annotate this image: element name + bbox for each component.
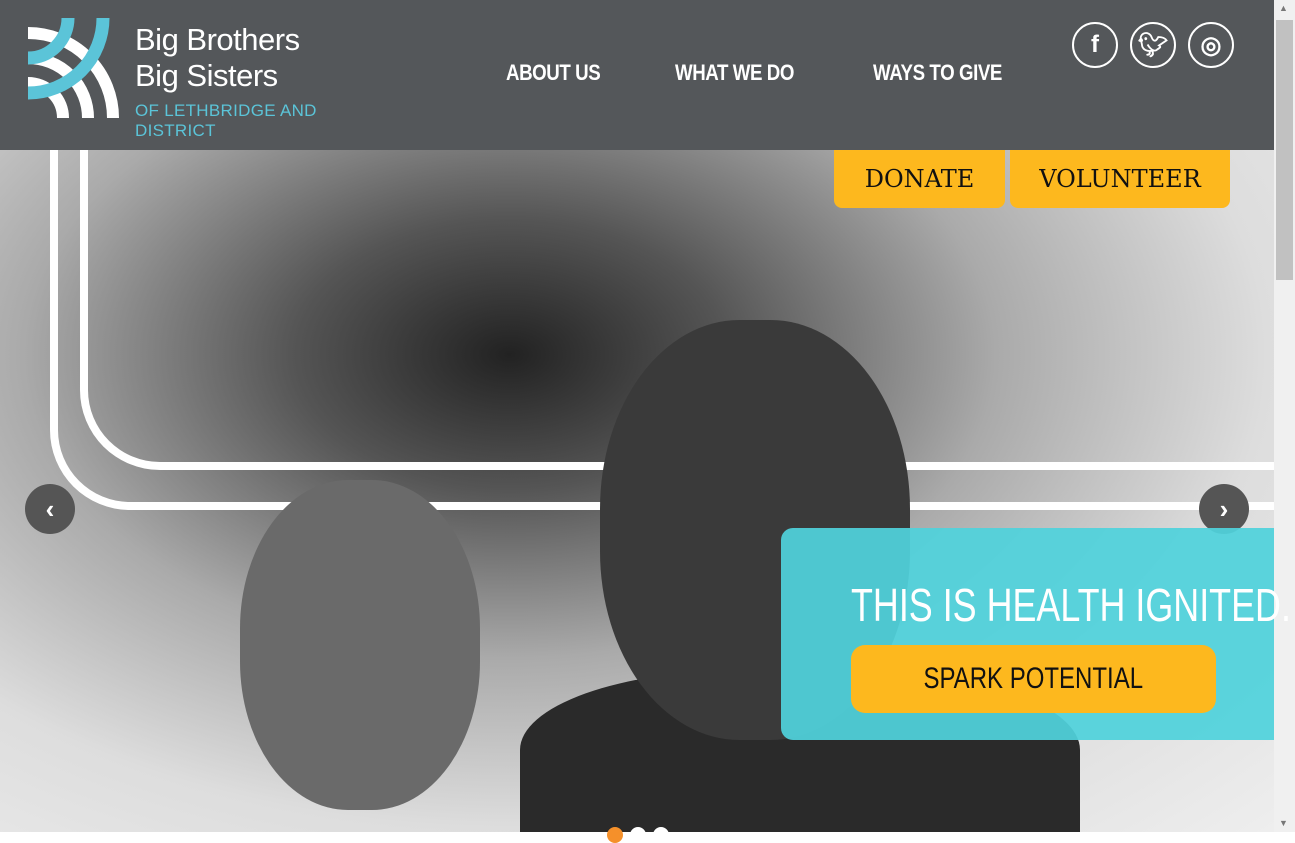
logo-line-3: OF LETHBRIDGE AND DISTRICT	[135, 101, 317, 140]
facebook-icon[interactable]: f	[1072, 22, 1118, 68]
slide-dot[interactable]	[653, 827, 669, 843]
spark-potential-label: SPARK POTENTIAL	[923, 662, 1144, 695]
logo-line-2: Big Sisters	[135, 58, 278, 93]
donate-button[interactable]: DONATE	[834, 150, 1005, 208]
site-header: Big Brothers Big Sisters OF LETHBRIDGE A…	[0, 0, 1274, 150]
slide-indicators	[607, 827, 669, 843]
spark-potential-button[interactable]: SPARK POTENTIAL	[851, 645, 1216, 713]
hero-headline: THIS IS HEALTH IGNITED.	[851, 579, 1291, 631]
hero-caption: THIS IS HEALTH IGNITED. SPARK POTENTIAL	[781, 528, 1291, 740]
volunteer-button[interactable]: VOLUNTEER	[1010, 150, 1230, 208]
nav-ways-to-give[interactable]: WAYS TO GIVE	[873, 60, 1002, 86]
twitter-icon[interactable]: 🐦︎	[1130, 22, 1176, 68]
nav-what-we-do[interactable]: WHAT WE DO	[675, 60, 794, 86]
logo[interactable]: Big Brothers Big Sisters OF LETHBRIDGE A…	[28, 18, 368, 140]
nav-about-us[interactable]: ABOUT US	[506, 60, 601, 86]
social-links: f 🐦︎ ◎	[1072, 22, 1234, 68]
instagram-icon[interactable]: ◎	[1188, 22, 1234, 68]
chevron-right-icon[interactable]: ›	[1199, 484, 1249, 534]
main-nav: ABOUT US WHAT WE DO WAYS TO GIVE	[506, 60, 1025, 86]
slide-dot-active[interactable]	[607, 827, 623, 843]
scrollbar[interactable]: ▲ ▼	[1274, 0, 1295, 832]
scrollbar-thumb[interactable]	[1276, 20, 1293, 280]
logo-mark-icon	[28, 18, 119, 119]
scroll-down-icon[interactable]: ▼	[1279, 818, 1288, 828]
scroll-up-icon[interactable]: ▲	[1279, 3, 1288, 13]
logo-line-1: Big Brothers	[135, 22, 300, 57]
slide-dot[interactable]	[630, 827, 646, 843]
chevron-left-icon[interactable]: ‹	[25, 484, 75, 534]
photo-man	[240, 480, 480, 810]
